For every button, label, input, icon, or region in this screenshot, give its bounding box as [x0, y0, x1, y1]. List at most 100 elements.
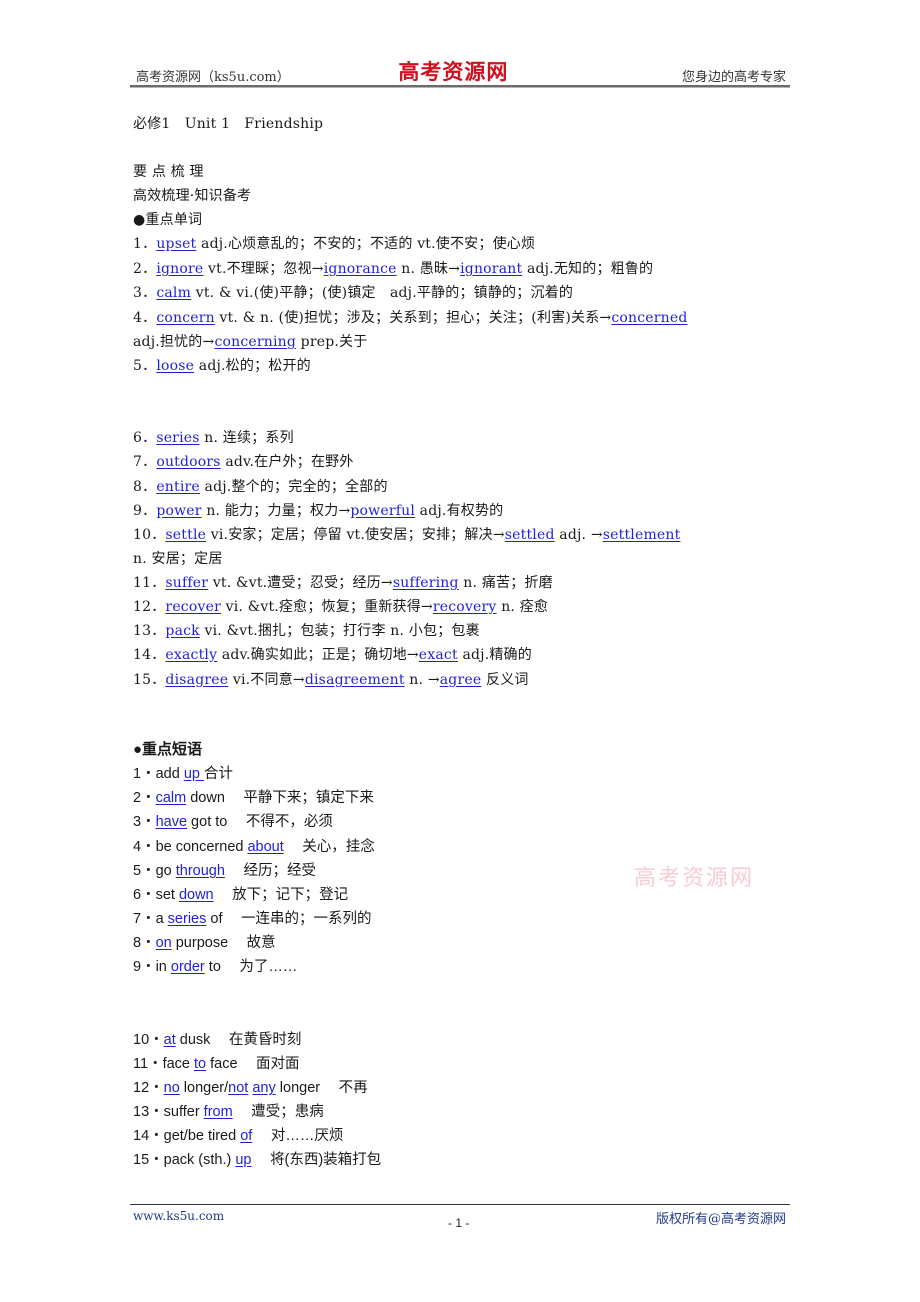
answer-link[interactable]: concerned	[611, 310, 687, 326]
vocab-item: 1．upset adj.心烦意乱的；不安的；不适的 vt.使不安；使心烦	[133, 235, 535, 253]
answer-link[interactable]: up	[184, 766, 204, 782]
answer-link[interactable]: loose	[156, 358, 194, 374]
item-number: 8・	[133, 935, 156, 951]
vocab-item: n. 安居；定居	[133, 550, 223, 568]
vocab-item: 13．pack vi. &vt.捆扎；包装；打行李 n. 小包；包裹	[133, 622, 480, 640]
definition-text: vi. &vt.捆扎；包装；打行李 n. 小包；包裹	[199, 623, 480, 639]
answer-link[interactable]: up	[235, 1152, 251, 1168]
vocab-item: 3．calm vt. & vi.(使)平静；(使)镇定 adj.平静的；镇静的；…	[133, 284, 573, 302]
answer-link[interactable]: agree	[440, 672, 482, 688]
definition-text: n. →	[404, 672, 440, 688]
answer-link[interactable]: ignorant	[460, 261, 522, 277]
section-subheading: 高效梳理·知识备考	[133, 188, 252, 204]
definition-text: vi.安家；定居；停留 vt.使安居；安排；解决→	[206, 527, 505, 543]
document-title: 必修1 Unit 1 Friendship	[133, 116, 324, 132]
definition-text: a	[155, 911, 168, 927]
answer-link[interactable]: disagreement	[305, 672, 405, 688]
phrases-item: 9・in order to 为了……	[133, 958, 297, 976]
definition-text: adj.松的；松开的	[194, 358, 311, 374]
answer-link[interactable]: entire	[156, 479, 200, 495]
definition-text: adv.在户外；在野外	[220, 454, 354, 470]
item-number: 15・	[133, 1152, 164, 1168]
item-number: 12・	[133, 1080, 164, 1096]
vocab-item: 6．series n. 连续；系列	[133, 429, 294, 447]
answer-link[interactable]: calm	[156, 285, 191, 301]
answer-link[interactable]: at	[164, 1032, 176, 1048]
answer-link[interactable]: upset	[156, 236, 196, 252]
definition-text: n. 连续；系列	[199, 430, 294, 446]
answer-link[interactable]: no	[164, 1080, 180, 1096]
definition-text: 遭受；患病	[232, 1104, 324, 1120]
answer-link[interactable]: suffer	[165, 575, 208, 591]
answer-link[interactable]: down	[179, 887, 214, 903]
answer-link[interactable]: concern	[156, 310, 215, 326]
answer-link[interactable]: settlement	[603, 527, 681, 543]
answer-link[interactable]: of	[240, 1128, 252, 1144]
phrases-item: 1・add up 合计	[133, 765, 233, 783]
definition-text: purpose 故意	[171, 935, 276, 951]
item-number: 11・	[133, 1056, 163, 1072]
answer-link[interactable]: powerful	[350, 503, 415, 519]
definition-text: add	[155, 766, 184, 782]
definition-text: longer/	[179, 1080, 229, 1096]
answer-link[interactable]: outdoors	[156, 454, 220, 470]
item-number: 7．	[133, 454, 157, 470]
header-divider	[130, 85, 790, 88]
phrases-item: 7・a series of 一连串的；一系列的	[133, 910, 372, 928]
answer-link[interactable]: have	[156, 814, 187, 830]
definition-text: 对……厌烦	[252, 1128, 344, 1144]
answer-link[interactable]: about	[247, 839, 283, 855]
answer-link[interactable]: exactly	[165, 647, 217, 663]
phrases-item: 12・no longer/not any longer 不再	[133, 1079, 368, 1097]
item-number: 6・	[133, 887, 156, 903]
answer-link[interactable]: power	[156, 503, 201, 519]
phrases-item: 5・go through 经历；经受	[133, 862, 316, 880]
answer-link[interactable]: series	[168, 911, 207, 927]
definition-text: 关心，挂念	[283, 839, 375, 855]
answer-link[interactable]: calm	[156, 790, 187, 806]
answer-link[interactable]: through	[176, 863, 225, 879]
item-number: 15．	[133, 672, 166, 688]
answer-link[interactable]: from	[204, 1104, 233, 1120]
definition-text: adj.有权势的	[415, 503, 504, 519]
answer-link[interactable]: disagree	[165, 672, 228, 688]
definition-text: pack (sth.)	[163, 1152, 236, 1168]
definition-text: of 一连串的；一系列的	[206, 911, 372, 927]
answer-link[interactable]: order	[171, 959, 205, 975]
answer-link[interactable]: ignore	[156, 261, 203, 277]
definition-text: vt. & vi.(使)平静；(使)镇定 adj.平静的；镇静的；沉着的	[191, 285, 574, 301]
definition-text: go	[155, 863, 176, 879]
phrases-item: 3・have got to 不得不，必须	[133, 813, 333, 831]
answer-link[interactable]: recover	[165, 599, 221, 615]
definition-text: adj.担忧的→	[133, 334, 215, 350]
phrases-item: 2・calm down 平静下来；镇定下来	[133, 789, 374, 807]
definition-text: vt. & n. (使)担忧；涉及；关系到；担心；关注；(利害)关系→	[214, 310, 612, 326]
answer-link[interactable]: ignorance	[324, 261, 397, 277]
answer-link[interactable]: settle	[165, 527, 206, 543]
answer-link[interactable]: pack	[165, 623, 199, 639]
item-number: 2・	[133, 790, 156, 806]
definition-text: 放下；记下；登记	[213, 887, 349, 903]
phrases-heading: ●重点短语	[133, 741, 203, 758]
answer-link[interactable]: not	[228, 1080, 248, 1096]
definition-text: n. 痊愈	[496, 599, 549, 615]
answer-link[interactable]: settled	[505, 527, 555, 543]
answer-link[interactable]: suffering	[393, 575, 459, 591]
item-number: 12．	[133, 599, 166, 615]
footer-site-link[interactable]: www.ks5u.com	[133, 1209, 224, 1223]
answer-link[interactable]: on	[156, 935, 172, 951]
vocab-item: 12．recover vi. &vt.痊愈；恢复；重新获得→recovery n…	[133, 598, 548, 616]
answer-link[interactable]: exact	[419, 647, 458, 663]
watermark-logo: 高考资源网	[634, 866, 755, 891]
item-number: 9．	[133, 503, 157, 519]
definition-text: set	[155, 887, 179, 903]
item-number: 3．	[133, 285, 157, 301]
item-number: 9・	[133, 959, 156, 975]
answer-link[interactable]: series	[156, 430, 199, 446]
answer-link[interactable]: any	[252, 1080, 275, 1096]
definition-text: 将(东西)装箱打包	[251, 1152, 382, 1168]
answer-link[interactable]: to	[194, 1056, 206, 1072]
phrases-item: 4・be concerned about 关心，挂念	[133, 838, 375, 856]
answer-link[interactable]: recovery	[433, 599, 497, 615]
answer-link[interactable]: concerning	[214, 334, 296, 350]
